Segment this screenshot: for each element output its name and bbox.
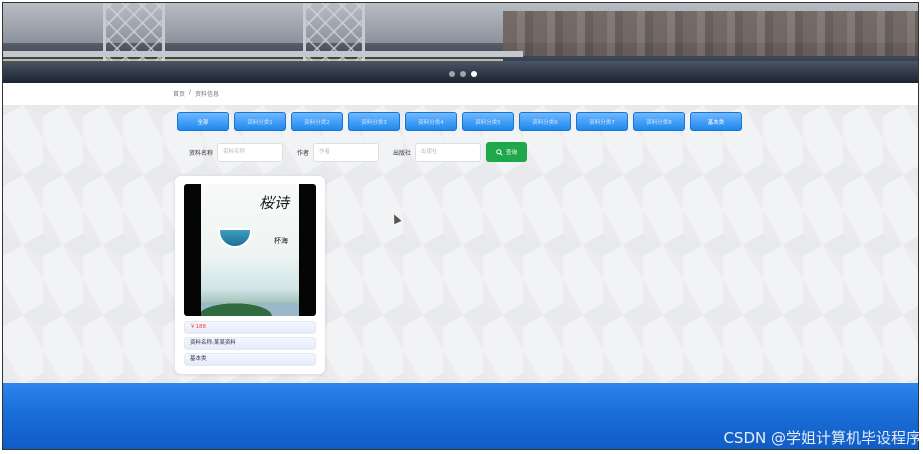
breadcrumb-current: 资料信息 bbox=[195, 91, 220, 98]
publisher-label: 出版社 bbox=[393, 149, 412, 157]
material-card[interactable]: 桜诗 杯海 ￥188 资料名称:某某资料 基本类 bbox=[175, 176, 325, 374]
tab-category-8[interactable]: 资料分类8 bbox=[633, 112, 685, 131]
search-button[interactable]: 查询 bbox=[486, 142, 528, 162]
tab-category-2[interactable]: 资料分类2 bbox=[291, 112, 343, 131]
tab-category-1[interactable]: 资料分类1 bbox=[234, 112, 286, 131]
search-icon bbox=[496, 148, 503, 156]
card-name: 资料名称:某某资料 bbox=[184, 337, 316, 350]
book-cover[interactable]: 桜诗 杯海 bbox=[184, 184, 316, 316]
author-input[interactable]: 作者 bbox=[313, 142, 380, 162]
tab-basic[interactable]: 基本类 bbox=[690, 112, 742, 131]
carousel-dot-1[interactable] bbox=[449, 71, 455, 77]
app-frame: 首页 / 资料信息 全部 资料分类1 资料分类2 资料分类3 资料分类4 资料分… bbox=[2, 2, 919, 450]
search-button-label: 查询 bbox=[506, 150, 518, 156]
tab-category-5[interactable]: 资料分类5 bbox=[462, 112, 514, 131]
publisher-input[interactable]: 出版社 bbox=[415, 142, 482, 162]
breadcrumb-separator: / bbox=[189, 89, 192, 96]
tab-category-4[interactable]: 资料分类4 bbox=[405, 112, 457, 131]
cover-title: 桜诗 bbox=[259, 194, 290, 212]
filter-bar: 资料名称 资料名称 作者 作者 出版社 出版社 查询 bbox=[189, 142, 528, 162]
watermark: CSDN @学姐计算机毕设程序 bbox=[723, 429, 921, 447]
carousel-dot-2[interactable] bbox=[460, 71, 466, 77]
category-tabs: 全部 资料分类1 资料分类2 资料分类3 资料分类4 资料分类5 资料分类6 资… bbox=[177, 112, 742, 131]
name-label: 资料名称 bbox=[189, 149, 214, 157]
breadcrumb-home[interactable]: 首页 bbox=[173, 89, 185, 98]
carousel-dot-3[interactable] bbox=[471, 71, 477, 77]
cover-island-illustration bbox=[201, 294, 299, 316]
tab-category-3[interactable]: 资料分类3 bbox=[348, 112, 400, 131]
name-input[interactable]: 资料名称 bbox=[217, 142, 284, 162]
card-category: 基本类 bbox=[184, 353, 316, 366]
tab-category-7[interactable]: 资料分类7 bbox=[576, 112, 628, 131]
breadcrumb-bar: 首页 / 资料信息 bbox=[3, 83, 918, 105]
breadcrumb: 首页 / 资料信息 bbox=[173, 89, 219, 98]
author-label: 作者 bbox=[297, 149, 310, 157]
cover-bowl-illustration bbox=[218, 228, 252, 248]
hero-banner bbox=[3, 3, 918, 83]
tab-all[interactable]: 全部 bbox=[177, 112, 229, 131]
carousel-dots[interactable] bbox=[449, 71, 477, 77]
cover-subtitle: 杯海 bbox=[274, 237, 288, 245]
main-content: 全部 资料分类1 资料分类2 资料分类3 资料分类4 资料分类5 资料分类6 资… bbox=[3, 105, 918, 383]
tab-category-6[interactable]: 资料分类6 bbox=[519, 112, 571, 131]
card-price: ￥188 bbox=[184, 321, 316, 334]
